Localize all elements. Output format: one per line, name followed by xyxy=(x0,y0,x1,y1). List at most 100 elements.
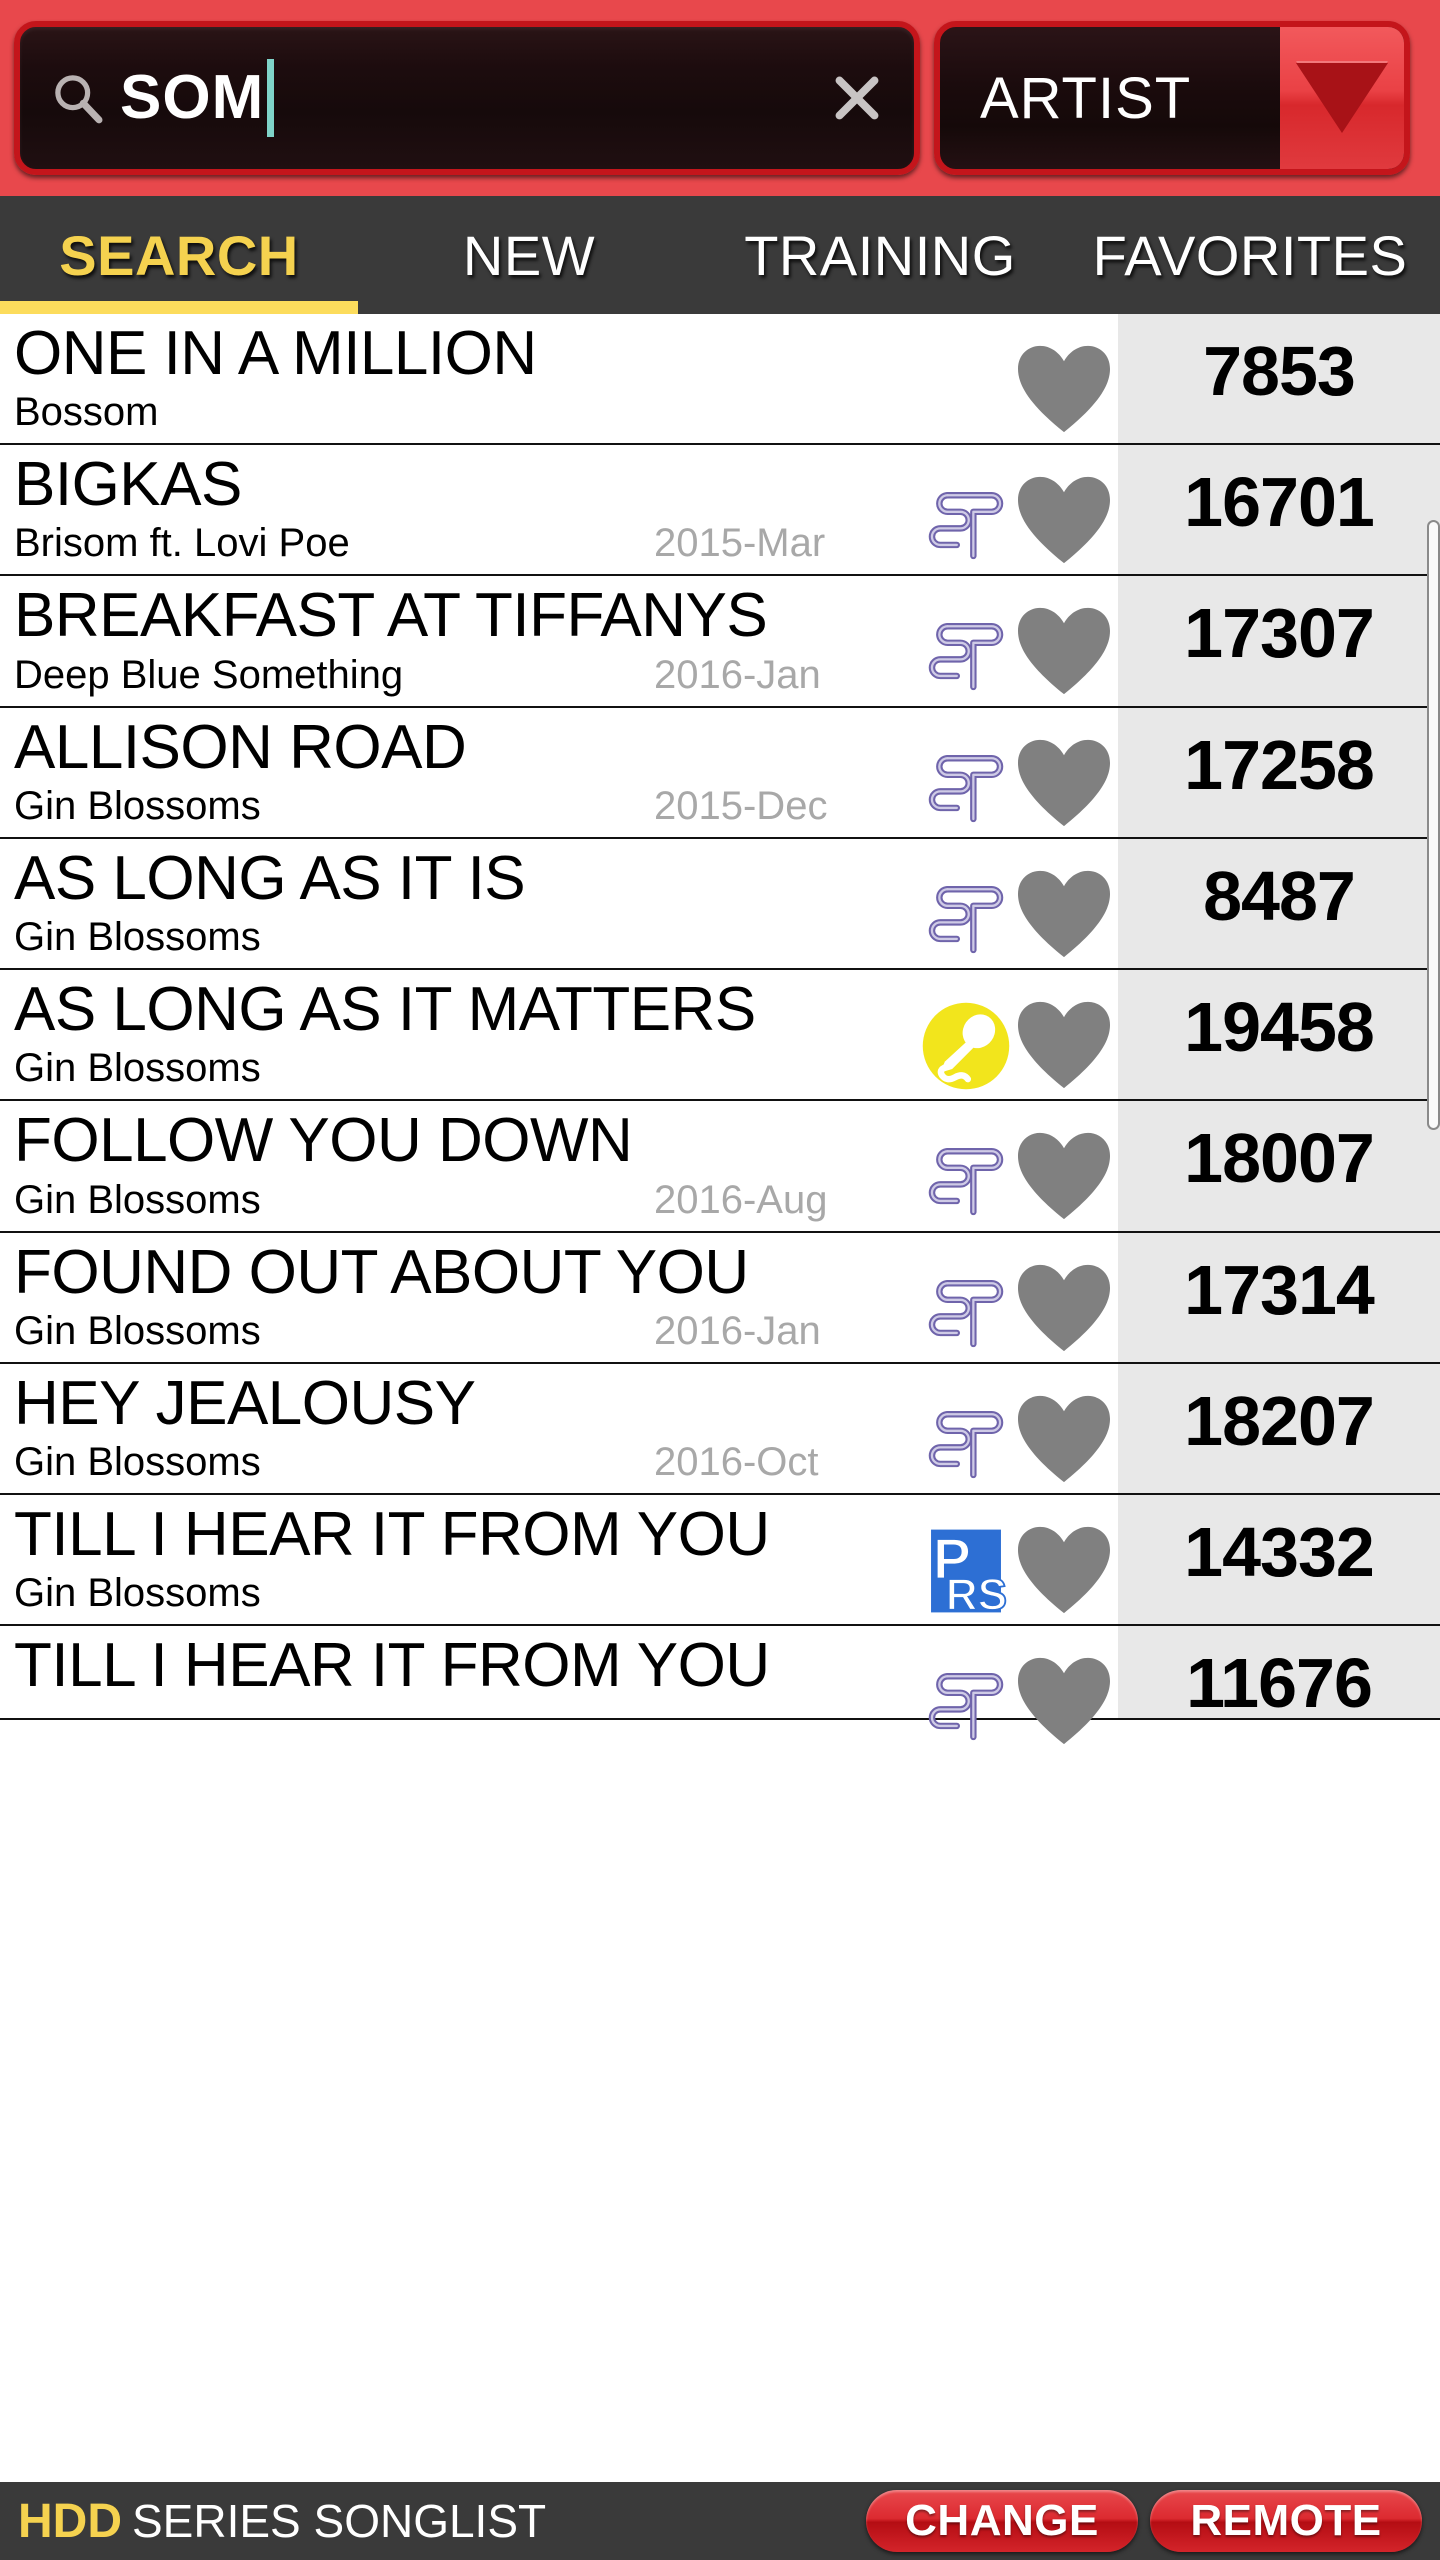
song-meta-line: Gin Blossoms xyxy=(14,1572,1118,1614)
tab-new[interactable]: NEW xyxy=(358,196,700,314)
song-score: 18207 xyxy=(1184,1381,1375,1460)
song-meta-line: Gin Blossoms 2016-Oct xyxy=(14,1441,1118,1483)
song-row[interactable]: ALLISON ROAD Gin Blossoms 2015-Dec 17258 xyxy=(0,707,1440,839)
song-info[interactable]: TILL I HEAR IT FROM YOU Gin Blossoms P R… xyxy=(0,1495,1118,1624)
song-artist: Gin Blossoms xyxy=(14,783,261,828)
song-date: 2016-Oct xyxy=(654,1440,819,1485)
song-info[interactable]: BIGKAS Brisom ft. Lovi Poe 2015-Mar xyxy=(0,445,1118,574)
song-row[interactable]: ONE IN A MILLION Bossom 7853 xyxy=(0,314,1440,446)
song-artist: Brisom ft. Lovi Poe xyxy=(14,521,350,566)
tab-search-label: SEARCH xyxy=(59,223,299,287)
song-title: AS LONG AS IT IS xyxy=(14,843,526,913)
song-date: 2015-Dec xyxy=(654,783,828,828)
song-score: 14332 xyxy=(1184,1513,1375,1592)
song-row[interactable]: FOLLOW YOU DOWN Gin Blossoms 2016-Aug 18… xyxy=(0,1101,1440,1233)
song-title: FOUND OUT ABOUT YOU xyxy=(14,1237,749,1307)
song-title-line: ONE IN A MILLION xyxy=(14,322,1118,385)
tab-favorites[interactable]: FAVORITES xyxy=(1060,196,1440,314)
song-list[interactable]: ONE IN A MILLION Bossom 7853 BIGKAS Bris… xyxy=(0,314,1440,2482)
song-row[interactable]: TILL I HEAR IT FROM YOU Gin Blossoms P R… xyxy=(0,1495,1440,1627)
song-info[interactable]: BREAKFAST AT TIFFANYS Deep Blue Somethin… xyxy=(0,576,1118,705)
change-button[interactable]: CHANGE xyxy=(866,2490,1138,2552)
song-meta-line: Deep Blue Something 2016-Jan xyxy=(14,654,1118,696)
song-meta-line: Gin Blossoms 2016-Aug xyxy=(14,1179,1118,1221)
clear-search-button[interactable] xyxy=(826,67,888,129)
song-title: TILL I HEAR IT FROM YOU xyxy=(14,1631,770,1701)
song-row[interactable]: AS LONG AS IT IS Gin Blossoms 8487 xyxy=(0,838,1440,971)
song-info[interactable]: HEY JEALOUSY Gin Blossoms 2016-Oct xyxy=(0,1364,1118,1493)
search-value: SOM xyxy=(120,63,265,132)
tab-training[interactable]: TRAINING xyxy=(700,196,1060,314)
song-info[interactable]: FOUND OUT ABOUT YOU Gin Blossoms 2016-Ja… xyxy=(0,1233,1118,1362)
song-title-line: FOUND OUT ABOUT YOU xyxy=(14,1237,1118,1307)
song-score: 17307 xyxy=(1184,594,1375,673)
song-artist: Gin Blossoms xyxy=(14,1440,261,1485)
song-date: 2016-Aug xyxy=(654,1177,828,1222)
song-score-cell: 18207 xyxy=(1118,1363,1440,1494)
song-title-line: HEY JEALOUSY xyxy=(14,1372,1118,1435)
song-title: ALLISON ROAD xyxy=(14,712,467,782)
song-meta-line: Bossom xyxy=(14,391,1118,433)
song-meta-line: Gin Blossoms xyxy=(14,1047,1118,1089)
search-field-dropdown-button[interactable] xyxy=(1280,27,1404,169)
song-artist: Gin Blossoms xyxy=(14,1308,261,1353)
song-row[interactable]: HEY JEALOUSY Gin Blossoms 2016-Oct 18207 xyxy=(0,1363,1440,1496)
song-row[interactable]: AS LONG AS IT MATTERS Gin Blossoms 19458 xyxy=(0,970,1440,1102)
song-title: BREAKFAST AT TIFFANYS xyxy=(14,581,768,651)
song-score: 7853 xyxy=(1203,332,1356,410)
song-score-cell: 11676 xyxy=(1118,1626,1440,1719)
text-cursor xyxy=(267,59,275,137)
search-text-wrap: SOM xyxy=(120,27,816,169)
song-info[interactable]: AS LONG AS IT IS Gin Blossoms xyxy=(0,839,1118,968)
song-score-cell: 17314 xyxy=(1118,1232,1440,1362)
close-icon xyxy=(835,76,879,120)
song-artist: Gin Blossoms xyxy=(14,1046,261,1091)
song-title-line: TILL I HEAR IT FROM YOU xyxy=(14,1503,1118,1566)
song-score-cell: 14332 xyxy=(1118,1495,1440,1625)
chevron-down-icon xyxy=(1296,63,1388,133)
song-artist: Gin Blossoms xyxy=(14,915,261,960)
song-info[interactable]: ONE IN A MILLION Bossom xyxy=(0,314,1118,443)
remote-button[interactable]: REMOTE xyxy=(1150,2490,1422,2552)
song-score-cell: 8487 xyxy=(1118,838,1440,969)
tab-bar: SEARCH NEW TRAINING FAVORITES xyxy=(0,196,1440,314)
search-field-label: ARTIST xyxy=(980,65,1192,131)
song-score: 19458 xyxy=(1184,988,1375,1067)
song-row[interactable]: BIGKAS Brisom ft. Lovi Poe 2015-Mar 1670… xyxy=(0,445,1440,577)
song-info[interactable]: TILL I HEAR IT FROM YOU xyxy=(0,1626,1118,1745)
tab-search[interactable]: SEARCH xyxy=(0,196,358,314)
song-meta-line: Brisom ft. Lovi Poe 2015-Mar xyxy=(14,522,1118,564)
tab-training-label: TRAINING xyxy=(744,223,1016,287)
footer-bar: HDD SERIES SONGLIST CHANGE REMOTE xyxy=(0,2482,1440,2560)
song-meta-line: Gin Blossoms 2016-Jan xyxy=(14,1310,1118,1352)
footer-actions: CHANGE REMOTE xyxy=(866,2490,1430,2552)
search-input[interactable]: SOM xyxy=(14,21,920,175)
song-score-cell: 17307 xyxy=(1118,576,1440,706)
song-info[interactable]: AS LONG AS IT MATTERS Gin Blossoms xyxy=(0,970,1118,1099)
song-row[interactable]: FOUND OUT ABOUT YOU Gin Blossoms 2016-Ja… xyxy=(0,1232,1440,1364)
song-title-line: AS LONG AS IT IS xyxy=(14,847,1118,910)
song-artist: Gin Blossoms xyxy=(14,1571,261,1616)
song-title: BIGKAS xyxy=(14,450,242,520)
song-date: 2016-Jan xyxy=(654,1308,821,1353)
song-meta-line: Gin Blossoms 2015-Dec xyxy=(14,785,1118,827)
song-info[interactable]: ALLISON ROAD Gin Blossoms 2015-Dec xyxy=(0,708,1118,837)
song-title: HEY JEALOUSY xyxy=(14,1368,476,1438)
song-row[interactable]: BREAKFAST AT TIFFANYS Deep Blue Somethin… xyxy=(0,576,1440,708)
song-row[interactable]: TILL I HEAR IT FROM YOU 11676 xyxy=(0,1626,1440,1745)
song-title: TILL I HEAR IT FROM YOU xyxy=(14,1500,770,1570)
search-field-selector[interactable]: ARTIST xyxy=(934,21,1410,175)
song-artist: Deep Blue Something xyxy=(14,652,404,697)
song-title: FOLLOW YOU DOWN xyxy=(14,1106,633,1176)
search-icon xyxy=(55,75,103,124)
footer-brand: HDD SERIES SONGLIST xyxy=(10,2494,546,2549)
song-score: 8487 xyxy=(1203,856,1356,935)
footer-title-label: SERIES SONGLIST xyxy=(132,2494,547,2547)
song-title-line: FOLLOW YOU DOWN xyxy=(14,1109,1118,1172)
tab-favorites-label: FAVORITES xyxy=(1092,223,1408,287)
song-score-cell: 17258 xyxy=(1118,707,1440,837)
song-date: 2015-Mar xyxy=(654,521,826,566)
song-artist: Bossom xyxy=(14,390,159,435)
song-info[interactable]: FOLLOW YOU DOWN Gin Blossoms 2016-Aug xyxy=(0,1101,1118,1230)
song-title-line: BREAKFAST AT TIFFANYS xyxy=(14,584,1118,647)
